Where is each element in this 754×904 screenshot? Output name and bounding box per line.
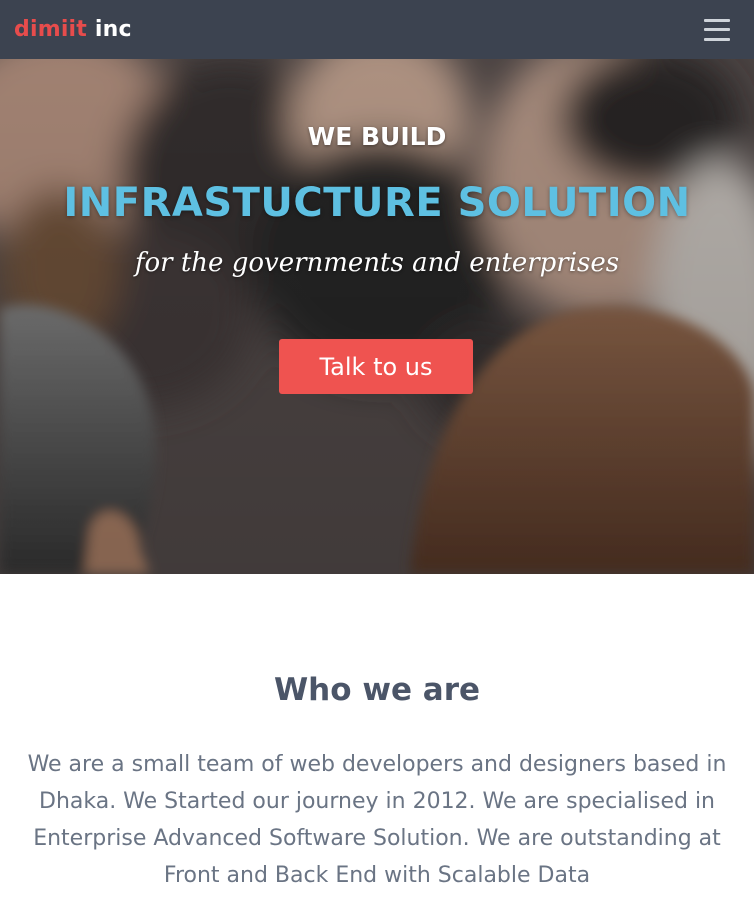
hero-tagline: for the governments and enterprises — [134, 248, 620, 278]
talk-to-us-button[interactable]: Talk to us — [279, 339, 473, 394]
menu-bar — [704, 37, 730, 41]
section-description: We are a small team of web developers an… — [27, 752, 727, 888]
hero-eyebrow: WE BUILD — [307, 122, 447, 151]
who-we-are-section: Who we are We are a small team of web de… — [0, 574, 754, 904]
menu-bar — [704, 18, 730, 22]
menu-bar — [704, 28, 730, 31]
section-title: Who we are — [273, 672, 481, 708]
hero-content: WE BUILD INFRASTUCTURE SOLUTION for the … — [0, 59, 754, 574]
hamburger-menu-icon[interactable] — [704, 18, 730, 41]
hero-headline: INFRASTUCTURE SOLUTION — [63, 180, 691, 226]
brand-name-primary: dimiit — [14, 17, 88, 42]
hero-banner: WE BUILD INFRASTUCTURE SOLUTION for the … — [0, 59, 754, 574]
brand-logo[interactable]: dimiit inc — [14, 17, 132, 42]
brand-name-secondary: inc — [87, 17, 132, 42]
top-navbar: dimiit inc — [0, 0, 754, 59]
